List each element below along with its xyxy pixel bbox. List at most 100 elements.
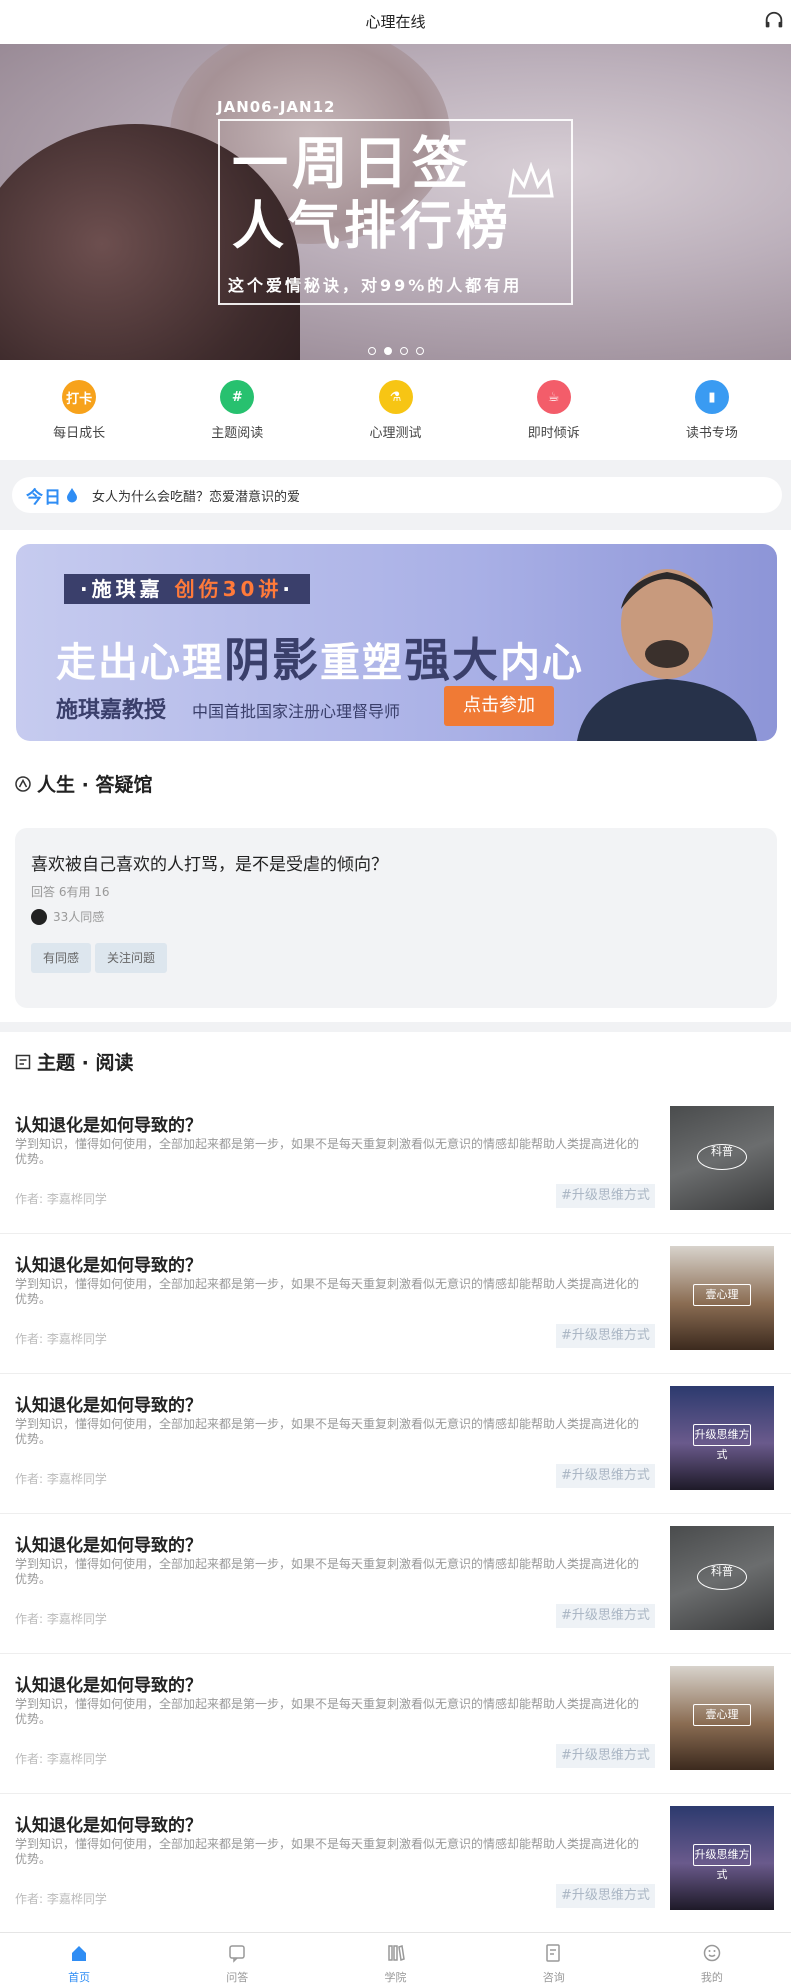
books-icon bbox=[387, 1945, 405, 1961]
carousel-dot[interactable] bbox=[383, 347, 392, 355]
reading-section-label: 主题 · 阅读 bbox=[37, 1052, 134, 1074]
join-button[interactable]: 点击参加 bbox=[444, 686, 554, 726]
article-title[interactable]: 认知退化是如何导致的？ bbox=[15, 1391, 202, 1416]
article-author: 作者: 李嘉桦同学 bbox=[15, 1752, 107, 1766]
qa-card[interactable]: 喜欢被自己喜欢的人打骂，是不是受虐的倾向？ 回答 6有用 16 33人同感 有同… bbox=[15, 828, 777, 1008]
banner-subtitle: 这个爱情秘诀，对99%的人都有用 bbox=[228, 276, 523, 295]
quick-nav-label: 即时倾诉 bbox=[527, 426, 580, 441]
thumbnail-label: 壹心理 bbox=[693, 1704, 751, 1726]
article-desc: 学到知识，懂得如何使用，全部加起来都是第一步，如果不是每天重复刺激看似无意识的情… bbox=[15, 1277, 640, 1306]
tab-item[interactable]: 咨询 bbox=[475, 1933, 633, 1988]
article-title[interactable]: 认知退化是如何导致的？ bbox=[15, 1531, 202, 1556]
article-thumbnail[interactable]: 升级思维方式 bbox=[670, 1806, 774, 1910]
article-author: 作者: 李嘉桦同学 bbox=[15, 1192, 107, 1206]
article-tag[interactable]: #升级思维方式 bbox=[556, 1604, 655, 1628]
avatar bbox=[31, 908, 47, 925]
article-author: 作者: 李嘉桦同学 bbox=[15, 1332, 107, 1346]
drop-icon bbox=[67, 488, 77, 503]
article-item[interactable]: 认知退化是如何导致的？ 学到知识，懂得如何使用，全部加起来都是第一步，如果不是每天… bbox=[0, 1374, 791, 1514]
tab-item[interactable]: 我的 bbox=[633, 1933, 791, 1988]
article-title[interactable]: 认知退化是如何导致的？ bbox=[15, 1811, 202, 1836]
follow-question-button[interactable]: 关注问题 bbox=[95, 943, 168, 973]
carousel-dot[interactable] bbox=[415, 347, 424, 355]
article-desc: 学到知识，懂得如何使用，全部加起来都是第一步，如果不是每天重复刺激看似无意识的情… bbox=[15, 1417, 640, 1446]
article-tag[interactable]: #升级思维方式 bbox=[556, 1324, 655, 1348]
article-tag[interactable]: #升级思维方式 bbox=[556, 1184, 655, 1208]
quick-nav-item[interactable]: 打卡 每日成长 bbox=[0, 360, 158, 460]
article-desc: 学到知识，懂得如何使用，全部加起来都是第一步，如果不是每天重复刺激看似无意识的情… bbox=[15, 1697, 640, 1726]
article-item[interactable]: 认知退化是如何导致的？ 学到知识，懂得如何使用，全部加起来都是第一步，如果不是每天… bbox=[0, 1094, 791, 1234]
daily-headline-bar[interactable]: 今日 女人为什么会吃醋？恋爱潜意识的爱 bbox=[12, 477, 782, 513]
list-box-icon bbox=[15, 1054, 31, 1069]
course-ad-banner[interactable]: ·施琪嘉 创伤30讲· 走出心理阴影重塑强大内心 施琪嘉教授 中国首批国家注册心… bbox=[16, 544, 777, 741]
article-desc: 学到知识，懂得如何使用，全部加起来都是第一步，如果不是每天重复刺激看似无意识的情… bbox=[15, 1837, 640, 1866]
article-title[interactable]: 认知退化是如何导致的？ bbox=[15, 1111, 202, 1136]
triangle-circle-icon bbox=[15, 775, 31, 792]
ad-headline-part: 强大 bbox=[404, 633, 500, 687]
tab-label: 学院 bbox=[384, 1971, 407, 1984]
speaker-portrait bbox=[577, 569, 757, 741]
quick-nav-item[interactable]: ▮ 读书专场 bbox=[633, 360, 791, 460]
article-thumbnail[interactable]: 科普 bbox=[670, 1106, 774, 1210]
quick-nav-label: 主题阅读 bbox=[211, 426, 264, 441]
daily-headline-text: 女人为什么会吃醋？恋爱潜意识的爱 bbox=[92, 489, 301, 505]
ad-tag-name: 施琪嘉 bbox=[91, 577, 164, 601]
article-desc: 学到知识，懂得如何使用，全部加起来都是第一步，如果不是每天重复刺激看似无意识的情… bbox=[15, 1137, 640, 1166]
tab-item[interactable]: 问答 bbox=[158, 1933, 316, 1988]
quick-nav-label: 读书专场 bbox=[685, 426, 738, 441]
banner-carousel[interactable]: JAN06-JAN12 一周日签 人气排行榜 这个爱情秘诀，对99%的人都有用 bbox=[0, 44, 791, 360]
tab-label: 咨询 bbox=[542, 1971, 565, 1984]
ad-speaker-name: 施琪嘉教授 bbox=[56, 698, 167, 723]
article-author: 作者: 李嘉桦同学 bbox=[15, 1612, 107, 1626]
article-thumbnail[interactable]: 升级思维方式 bbox=[670, 1386, 774, 1490]
article-item[interactable]: 认知退化是如何导致的？ 学到知识，懂得如何使用，全部加起来都是第一步，如果不是每天… bbox=[0, 1234, 791, 1374]
article-author: 作者: 李嘉桦同学 bbox=[15, 1892, 107, 1906]
quick-nav-icon: ▮ bbox=[694, 380, 729, 414]
article-item[interactable]: 认知退化是如何导致的？ 学到知识，懂得如何使用，全部加起来都是第一步，如果不是每天… bbox=[0, 1654, 791, 1794]
ad-course-tag: ·施琪嘉 创伤30讲· bbox=[64, 574, 311, 604]
article-title[interactable]: 认知退化是如何导致的？ bbox=[15, 1671, 202, 1696]
article-tag[interactable]: #升级思维方式 bbox=[556, 1884, 655, 1908]
thumbnail-label: 壹心理 bbox=[693, 1284, 751, 1306]
agree-button[interactable]: 有同感 bbox=[31, 943, 92, 973]
qa-agree-row: 33人同感 bbox=[31, 908, 761, 925]
thumbnail-label: 升级思维方式 bbox=[693, 1424, 751, 1461]
article-thumbnail[interactable]: 壹心理 bbox=[670, 1666, 774, 1770]
crown-icon bbox=[508, 162, 554, 198]
carousel-dots[interactable] bbox=[0, 340, 791, 359]
ad-headline-part: 阴影 bbox=[224, 633, 320, 687]
banner-headline-2: 人气排行榜 bbox=[232, 197, 513, 257]
chat-icon bbox=[229, 1945, 246, 1963]
quick-nav-item[interactable]: # 主题阅读 bbox=[158, 360, 316, 460]
article-item[interactable]: 认知退化是如何导致的？ 学到知识，懂得如何使用，全部加起来都是第一步，如果不是每天… bbox=[0, 1794, 791, 1934]
quick-nav-icon: # bbox=[220, 380, 255, 414]
ad-speaker-desc: 中国首批国家注册心理督导师 bbox=[192, 702, 401, 721]
quick-nav-icon: ⚗ bbox=[378, 380, 413, 414]
ad-headline-part: 走出心理 bbox=[56, 640, 224, 686]
article-list: 认知退化是如何导致的？ 学到知识，懂得如何使用，全部加起来都是第一步，如果不是每天… bbox=[0, 1094, 791, 1934]
thumbnail-label: 升级思维方式 bbox=[693, 1844, 751, 1881]
tab-item[interactable]: 首页 bbox=[0, 1933, 158, 1988]
article-thumbnail[interactable]: 壹心理 bbox=[670, 1246, 774, 1350]
headset-icon[interactable] bbox=[763, 10, 785, 32]
section-divider bbox=[0, 1022, 791, 1032]
article-item[interactable]: 认知退化是如何导致的？ 学到知识，懂得如何使用，全部加起来都是第一步，如果不是每天… bbox=[0, 1514, 791, 1654]
article-tag[interactable]: #升级思维方式 bbox=[556, 1744, 655, 1768]
article-thumbnail[interactable]: 科普 bbox=[670, 1526, 774, 1630]
tab-item[interactable]: 学院 bbox=[316, 1933, 474, 1988]
article-tag[interactable]: #升级思维方式 bbox=[556, 1464, 655, 1488]
carousel-dot[interactable] bbox=[399, 347, 408, 355]
qa-section-title: 人生 · 答疑馆 bbox=[15, 770, 152, 797]
ad-tag-highlight: 创伤30讲 bbox=[174, 577, 283, 601]
quick-nav-item[interactable]: ☕ 即时倾诉 bbox=[475, 360, 633, 460]
qa-question[interactable]: 喜欢被自己喜欢的人打骂，是不是受虐的倾向？ bbox=[31, 850, 761, 875]
article-author: 作者: 李嘉桦同学 bbox=[15, 1472, 107, 1486]
quick-nav-item[interactable]: ⚗ 心理测试 bbox=[316, 360, 474, 460]
carousel-dot[interactable] bbox=[367, 347, 376, 355]
article-title[interactable]: 认知退化是如何导致的？ bbox=[15, 1251, 202, 1276]
page-title: 心理在线 bbox=[365, 13, 426, 31]
smile-icon bbox=[703, 1944, 721, 1962]
top-bar: 心理在线 bbox=[0, 0, 791, 44]
home-icon bbox=[72, 1946, 87, 1961]
quick-nav-label: 每日成长 bbox=[53, 426, 106, 441]
